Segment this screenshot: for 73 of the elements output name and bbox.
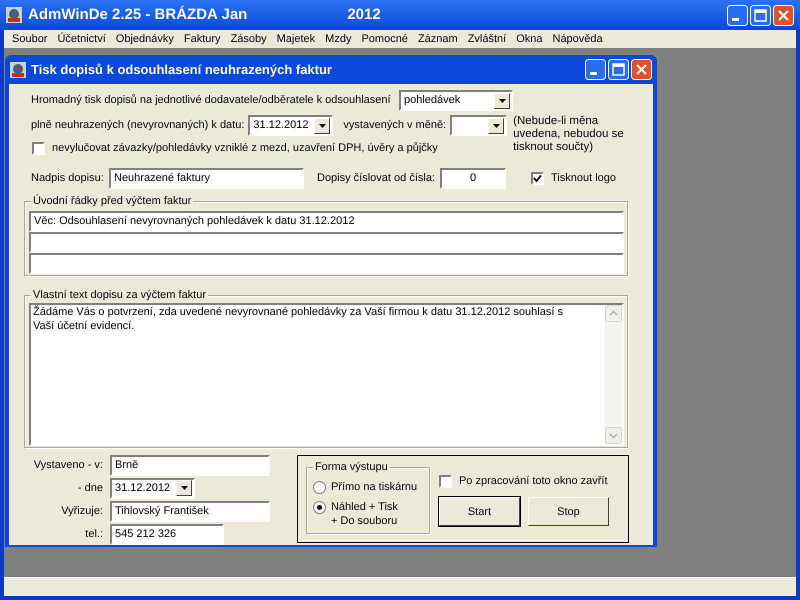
handler-field[interactable]: Tihlovský František (110, 500, 270, 522)
issue-date-dropdown[interactable]: 31.12.2012 (110, 478, 195, 498)
close-icon[interactable] (773, 4, 794, 26)
currency-label: vystavených v měně: (343, 118, 446, 134)
start-button[interactable]: Start (438, 497, 520, 526)
currency-dropdown[interactable] (450, 115, 508, 136)
scroll-up-icon[interactable] (605, 304, 622, 322)
logo-label: Tisknout logo (551, 170, 616, 186)
issue-date-label: - dne (76, 480, 103, 496)
checkbox[interactable] (438, 474, 452, 488)
checkmark-icon (533, 174, 542, 182)
maximize-icon[interactable] (608, 59, 629, 80)
letter-text: Žádáme Vás o potvrzení, zda uvedené nevyrovnané pohledávky za Vaší firmou k datu 31.12.2012 souhlasí s Vaší účetní evidencí. (32, 304, 564, 332)
mass-print-label: Hromadný tisk dopisů na jednotlivé dodavatele/odběratele k odsouhlasení (31, 93, 392, 108)
option-label: Přímo na tiskárnu (330, 480, 418, 494)
dropdown-button[interactable] (488, 118, 504, 134)
letter-text-area[interactable]: Žádáme Vás o potvrzení, zda uvedené nevyrovnané pohledávky za Vaší firmou k datu 31.12.2012 souhlasí s Vaší účetní evidencí. (29, 302, 624, 446)
app-logo-icon (10, 62, 26, 78)
intro-line-field[interactable]: Věc: Odsouhlasení nevyrovnaných pohledávek k datu 31.12.2012 (29, 210, 624, 232)
place-field[interactable]: Brně (110, 454, 270, 476)
group-label: Vlastní text dopisu za výčtem faktur (31, 288, 208, 302)
menu-item[interactable]: Účetnictví (52, 30, 111, 48)
checkbox[interactable] (531, 172, 544, 184)
menu-item[interactable]: Mzdy (320, 30, 356, 48)
menu-item[interactable]: Objednávky (110, 30, 179, 48)
handler-label: Vyřizuje: (60, 504, 103, 519)
caret-icon (180, 486, 188, 490)
menu-item[interactable]: Zásoby (226, 30, 272, 48)
option-label: Náhled + Tisk + Do souboru (330, 500, 398, 528)
group-label: Forma výstupu (312, 460, 390, 474)
currency-note: (Nebude-li měna uvedena, nebudou se tisknout součty) (513, 115, 625, 154)
intro-line-field[interactable] (29, 252, 624, 274)
menu-item[interactable]: Zvláštní (462, 30, 512, 48)
heading-field[interactable]: Neuhrazené faktury (109, 168, 304, 188)
place-label: Vystaveno - v: (32, 458, 103, 473)
caret-icon (318, 124, 326, 128)
stop-button[interactable]: Stop (528, 497, 609, 526)
menu-item[interactable]: Faktury (178, 30, 226, 48)
group-label: Úvodní řádky před výčtem faktur (31, 194, 194, 208)
minimize-icon[interactable] (727, 4, 748, 26)
numbering-label: Dopisy číslovat od čísla: (317, 170, 435, 186)
close-icon[interactable] (631, 59, 652, 80)
menu-item[interactable]: Okna (511, 30, 548, 48)
window-title: AdmWinDe 2.25 - BRÁZDA Jan (28, 4, 248, 25)
phone-field[interactable]: 545 212 326 (110, 524, 224, 544)
type-dropdown[interactable]: pohledávek (399, 90, 513, 111)
date-dropdown[interactable]: 31.12.2012 (248, 115, 334, 136)
maximize-icon[interactable] (750, 4, 771, 26)
heading-label: Nadpis dopisu: (31, 170, 105, 186)
dropdown-button[interactable] (494, 92, 510, 108)
caret-icon (498, 98, 506, 102)
radio-button[interactable] (312, 500, 326, 514)
menu-item[interactable]: Pomocné (356, 30, 413, 48)
app-logo-icon (6, 7, 22, 23)
date-label: plně neuhrazených (nevyrovnaných) k datu: (31, 118, 244, 134)
window-year: 2012 (347, 4, 381, 25)
numbering-field[interactable]: 0 (440, 168, 506, 188)
intro-line-field[interactable] (29, 232, 624, 252)
scrollbar[interactable] (605, 304, 622, 444)
menu-item[interactable]: Nápověda (548, 30, 608, 48)
close-after-label: Po zpracování toto okno zavřít (458, 474, 608, 489)
caret-icon (492, 124, 500, 128)
radio-button[interactable] (312, 480, 326, 494)
minimize-icon[interactable] (585, 59, 606, 80)
menu-item[interactable]: Soubor (7, 30, 52, 48)
menu-item[interactable]: Majetek (272, 30, 320, 48)
dialog-title: Tisk dopisů k odsouhlasení neuhrazených faktur (31, 60, 332, 79)
checkbox[interactable] (32, 142, 45, 155)
menu-item[interactable]: Záznam (412, 30, 463, 48)
exclude-label: nevylučovat závazky/pohledávky vzniklé z mezd, uzavření DPH, úvěry a půjčky (52, 141, 438, 156)
dropdown-button[interactable] (176, 480, 192, 496)
phone-label: tel.: (84, 526, 103, 542)
dropdown-button[interactable] (314, 118, 330, 134)
